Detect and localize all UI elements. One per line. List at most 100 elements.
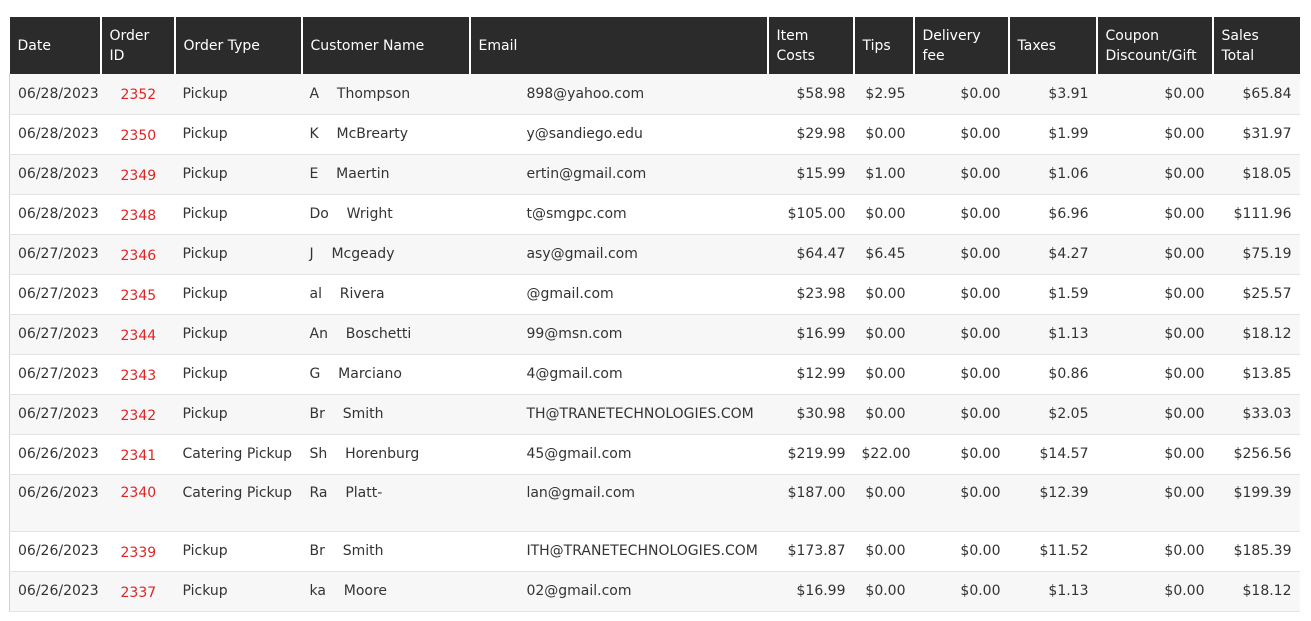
table-header: Date Order ID Order Type Customer Name E…	[9, 17, 1300, 74]
cell-email: lan@gmail.com	[469, 474, 768, 532]
cell-order-id[interactable]: 2345	[100, 274, 175, 315]
column-header-coupon[interactable]: Coupon Discount/Gift	[1096, 17, 1214, 74]
cell-item-costs: $15.99	[767, 154, 854, 195]
order-id-link[interactable]: 2342	[121, 408, 157, 424]
table-row[interactable]: 06/26/2023 2340 Catering Pickup Ra Platt- l…	[9, 474, 1300, 532]
cell-taxes: $12.39	[1008, 474, 1097, 532]
name-visible-b: Smith	[342, 543, 384, 559]
name-visible-b: Smith	[342, 406, 384, 422]
cell-sales-total: $256.56	[1212, 434, 1300, 475]
column-header-order-id[interactable]: Order ID	[100, 17, 176, 74]
table-row[interactable]: 06/28/2023 2349 Pickup E Maertin ertin@gmai…	[9, 154, 1300, 195]
cell-coupon: $0.00	[1096, 571, 1213, 612]
cell-sales-total: $33.03	[1212, 394, 1300, 435]
cell-customer-name: K McBrearty	[301, 114, 470, 155]
column-header-date[interactable]: Date	[9, 17, 102, 74]
cell-coupon: $0.00	[1096, 274, 1213, 315]
order-id-link[interactable]: 2350	[121, 128, 157, 144]
cell-order-id[interactable]: 2337	[100, 571, 175, 612]
cell-order-id[interactable]: 2342	[100, 394, 175, 435]
table-row[interactable]: 06/26/2023 2337 Pickup ka Moore 02@gmail.co…	[9, 571, 1300, 612]
email-visible: lan@gmail.com	[526, 484, 636, 501]
table-body: 06/28/2023 2352 Pickup A Thompson 898@yahoo…	[9, 74, 1300, 612]
order-id-link[interactable]: 2346	[121, 248, 157, 264]
column-header-tips[interactable]: Tips	[853, 17, 915, 74]
cell-order-id[interactable]: 2341	[100, 434, 175, 475]
cell-date: 06/26/2023	[9, 571, 101, 612]
table-row[interactable]: 06/26/2023 2339 Pickup Br Smith ITH@TRANETE…	[9, 531, 1300, 572]
redacted-name	[319, 126, 337, 142]
cell-date: 06/27/2023	[9, 394, 101, 435]
cell-item-costs: $30.98	[767, 394, 854, 435]
cell-order-type: Pickup	[174, 571, 302, 612]
cell-order-id[interactable]: 2340	[100, 474, 175, 532]
name-visible-a: ka	[309, 583, 326, 599]
table-row[interactable]: 06/27/2023 2343 Pickup G Marciano 4@gmail.c…	[9, 354, 1300, 395]
table-row[interactable]: 06/28/2023 2350 Pickup K McBrearty y@sandie…	[9, 114, 1300, 155]
column-header-email[interactable]: Email	[469, 17, 769, 74]
email-visible: 02@gmail.com	[526, 583, 632, 599]
redacted-name	[314, 246, 332, 262]
cell-order-type: Catering Pickup	[174, 474, 302, 532]
table-row[interactable]: 06/28/2023 2352 Pickup A Thompson 898@yahoo…	[9, 74, 1300, 115]
redacted-email	[478, 246, 527, 262]
cell-order-id[interactable]: 2348	[100, 194, 175, 235]
order-id-link[interactable]: 2341	[121, 448, 157, 464]
cell-sales-total: $25.57	[1212, 274, 1300, 315]
cell-coupon: $0.00	[1096, 354, 1213, 395]
name-visible-a: Ra	[309, 484, 328, 501]
table-row[interactable]: 06/27/2023 2346 Pickup J Mcgeady asy@gmail.…	[9, 234, 1300, 275]
table-row[interactable]: 06/27/2023 2342 Pickup Br Smith TH@TRANETEC…	[9, 394, 1300, 435]
redacted-email	[478, 86, 527, 102]
order-id-link[interactable]: 2348	[121, 208, 157, 224]
cell-date: 06/27/2023	[9, 234, 101, 275]
order-id-link[interactable]: 2349	[121, 168, 157, 184]
column-header-order-type[interactable]: Order Type	[174, 17, 303, 74]
order-id-link[interactable]: 2352	[121, 87, 157, 103]
column-header-taxes[interactable]: Taxes	[1008, 17, 1098, 74]
name-visible-b: Wright	[346, 206, 393, 222]
redacted-name	[326, 583, 344, 599]
cell-customer-name: al Rivera	[301, 274, 470, 315]
email-visible: t@smgpc.com	[526, 206, 627, 222]
cell-coupon: $0.00	[1096, 474, 1213, 532]
cell-item-costs: $187.00	[767, 474, 854, 532]
cell-taxes: $1.06	[1008, 154, 1097, 195]
order-id-link[interactable]: 2343	[121, 368, 157, 384]
table-row[interactable]: 06/27/2023 2344 Pickup An Boschetti 99@msn.…	[9, 314, 1300, 355]
cell-item-costs: $58.98	[767, 74, 854, 115]
column-header-delivery-fee[interactable]: Delivery fee	[913, 17, 1010, 74]
order-id-link[interactable]: 2345	[121, 288, 157, 304]
column-header-customer-name[interactable]: Customer Name	[301, 17, 471, 74]
table-row[interactable]: 06/26/2023 2341 Catering Pickup Sh Horenbur…	[9, 434, 1300, 475]
cell-email: t@smgpc.com	[469, 194, 768, 235]
cell-date: 06/28/2023	[9, 154, 101, 195]
column-header-item-costs[interactable]: Item Costs	[767, 17, 855, 74]
redacted-name	[329, 206, 347, 222]
cell-order-id[interactable]: 2352	[100, 74, 175, 115]
cell-order-id[interactable]: 2344	[100, 314, 175, 355]
cell-customer-name: Ra Platt-	[301, 474, 470, 532]
cell-item-costs: $23.98	[767, 274, 854, 315]
order-id-link[interactable]: 2344	[121, 328, 157, 344]
cell-order-id[interactable]: 2343	[100, 354, 175, 395]
redacted-email	[478, 583, 527, 599]
name-visible-a: al	[309, 286, 322, 302]
email-visible: 45@gmail.com	[526, 446, 632, 462]
redacted-email	[478, 366, 527, 382]
order-id-link[interactable]: 2337	[121, 585, 157, 601]
order-id-link[interactable]: 2340	[121, 485, 157, 501]
cell-order-type: Pickup	[174, 314, 302, 355]
name-visible-a: Br	[309, 406, 325, 422]
cell-delivery-fee: $0.00	[913, 74, 1009, 115]
table-row[interactable]: 06/27/2023 2345 Pickup al Rivera @gmail.com…	[9, 274, 1300, 315]
cell-order-id[interactable]: 2349	[100, 154, 175, 195]
cell-order-id[interactable]: 2350	[100, 114, 175, 155]
order-id-link[interactable]: 2339	[121, 545, 157, 561]
cell-order-id[interactable]: 2339	[100, 531, 175, 572]
column-header-sales-total[interactable]: Sales Total	[1212, 17, 1300, 74]
table-row[interactable]: 06/28/2023 2348 Pickup Do Wright t@smgpc.co…	[9, 194, 1300, 235]
cell-order-id[interactable]: 2346	[100, 234, 175, 275]
cell-email: 898@yahoo.com	[469, 74, 768, 115]
cell-date: 06/28/2023	[9, 194, 101, 235]
